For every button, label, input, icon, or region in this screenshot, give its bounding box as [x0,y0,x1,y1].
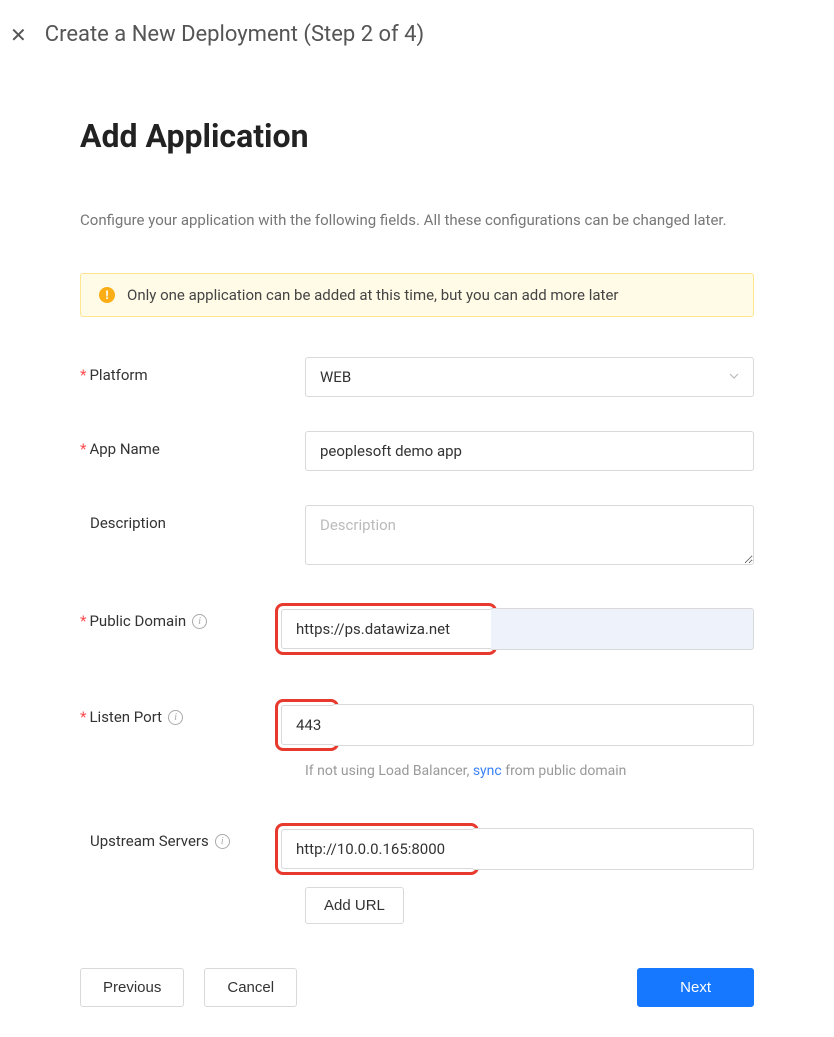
upstream-server-input-ext[interactable] [473,828,754,870]
info-alert: ! Only one application can be added at t… [80,273,754,317]
description-label: Description [80,505,305,532]
highlight-listen-port: 443 [275,699,339,751]
description-input[interactable] [305,505,754,565]
field-listen-port: *Listen Port i 443 If not using Load Bal… [80,699,754,779]
info-icon[interactable]: i [215,834,230,849]
highlight-public-domain: https://ps.datawiza.net [275,603,497,655]
exclamation-icon: ! [99,287,115,303]
modal-header: ✕ Create a New Deployment (Step 2 of 4) [0,0,834,69]
field-public-domain: *Public Domain i https://ps.datawiza.net [80,603,754,655]
modal-content: Add Application Configure your applicati… [0,117,834,1037]
field-upstream-servers: Upstream Servers i http://10.0.0.165:800… [80,823,754,924]
info-icon[interactable]: i [192,614,207,629]
add-url-button[interactable]: Add URL [305,887,404,924]
public-domain-label: *Public Domain i [80,603,305,630]
next-button[interactable]: Next [637,968,754,1007]
public-domain-input[interactable]: https://ps.datawiza.net [281,609,491,649]
previous-button[interactable]: Previous [80,968,184,1007]
public-domain-input-ext[interactable] [491,608,754,650]
listen-port-input-ext[interactable] [333,704,754,746]
platform-label: *Platform [80,357,305,384]
upstream-servers-label: Upstream Servers i [80,823,305,850]
platform-select[interactable]: WEB [305,357,754,397]
app-name-input[interactable] [305,431,754,471]
upstream-server-input[interactable]: http://10.0.0.165:8000 [281,829,473,869]
field-platform: *Platform WEB [80,357,754,397]
alert-text: Only one application can be added at thi… [127,286,618,304]
listen-port-hint: If not using Load Balancer, sync from pu… [305,763,754,779]
page-subtitle: Configure your application with the foll… [80,211,754,229]
sync-link[interactable]: sync [473,763,502,779]
highlight-upstream: http://10.0.0.165:8000 [275,823,479,875]
info-icon[interactable]: i [168,710,183,725]
modal-title: Create a New Deployment (Step 2 of 4) [45,22,424,47]
listen-port-input[interactable]: 443 [281,705,333,745]
modal-footer: Previous Cancel Next [80,968,754,1007]
cancel-button[interactable]: Cancel [204,968,297,1007]
close-icon[interactable]: ✕ [10,25,27,45]
field-app-name: *App Name [80,431,754,471]
field-description: Description [80,505,754,569]
listen-port-label: *Listen Port i [80,699,305,726]
app-name-label: *App Name [80,431,305,458]
page-heading: Add Application [80,117,754,155]
